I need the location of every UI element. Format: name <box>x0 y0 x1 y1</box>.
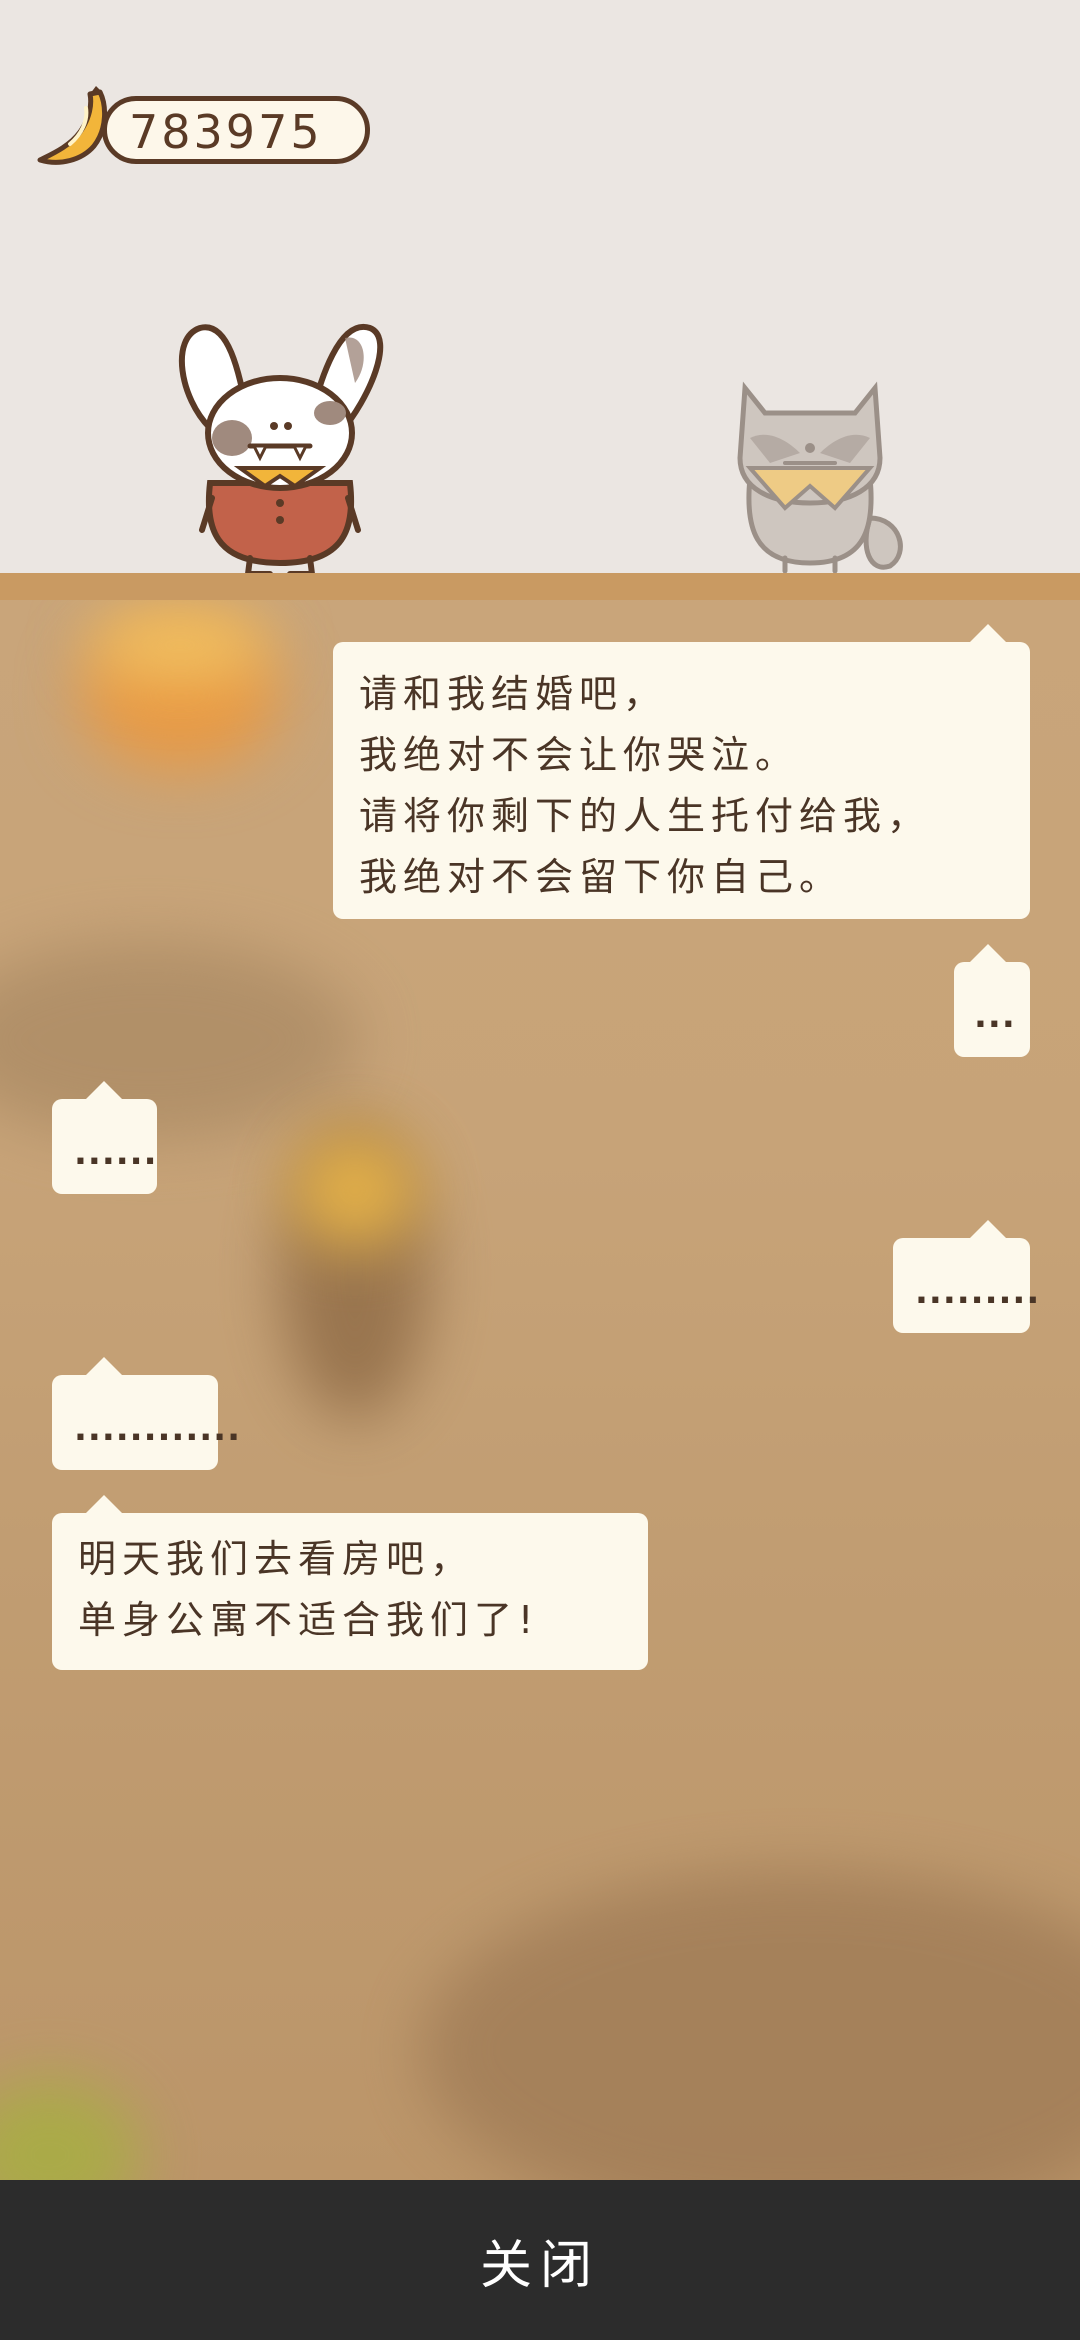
blurred-figure-head <box>290 1130 420 1250</box>
close-button[interactable]: 关闭 <box>0 2180 1080 2340</box>
top-area: 783975 <box>0 0 1080 577</box>
coin-pill: 783975 <box>102 96 370 164</box>
message-6-line-2: 单身公寓不适合我们了! <box>78 1598 540 1642</box>
message-1-line-4: 我绝对不会留下你自己。 <box>359 855 844 899</box>
coin-count: 783975 <box>129 105 323 159</box>
message-6-line-1: 明天我们去看房吧， <box>78 1537 475 1581</box>
message-2-text: ... <box>974 996 1016 1036</box>
bottom-bar: 关闭 <box>0 2180 1080 2340</box>
blurred-cake-top <box>90 610 270 680</box>
rabbit-character <box>178 323 384 577</box>
message-bubble-4: ......... <box>893 1220 1041 1333</box>
message-5-text: ............ <box>74 1409 241 1449</box>
message-1-line-1: 请和我结婚吧， <box>359 672 668 716</box>
message-bubble-1: 请和我结婚吧， 我绝对不会让你哭泣。 请将你剩下的人生托付给我， 我绝对不会留下… <box>333 624 1030 919</box>
banana-icon <box>37 86 107 165</box>
blurred-plant <box>0 2080 140 2180</box>
message-bubble-3: ...... <box>52 1081 158 1194</box>
message-4-text: ......... <box>915 1272 1041 1312</box>
coin-counter: 783975 <box>30 84 380 176</box>
message-bubble-2: ... <box>954 944 1030 1057</box>
message-bubble-6: 明天我们去看房吧， 单身公寓不适合我们了! <box>52 1495 648 1670</box>
message-bubble-5: ............ <box>52 1357 241 1470</box>
blurred-floor <box>420 1870 1080 2180</box>
message-3-text: ...... <box>74 1133 158 1173</box>
raccoon-character <box>737 381 903 573</box>
shelf-divider <box>0 573 1080 600</box>
message-1-line-3: 请将你剩下的人生托付给我， <box>359 794 932 838</box>
message-1-line-2: 我绝对不会让你哭泣。 <box>359 733 800 777</box>
